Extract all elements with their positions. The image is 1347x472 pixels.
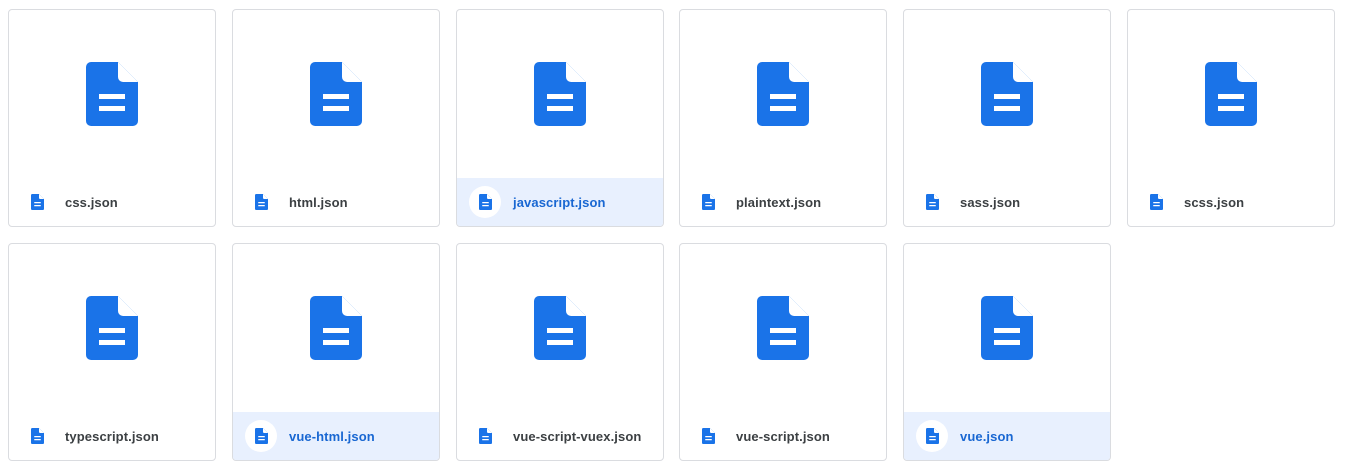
document-icon [692,420,724,452]
document-icon [981,62,1033,126]
file-card-vue[interactable]: vue.json [903,243,1111,461]
file-card-footer: vue.json [904,412,1110,460]
document-icon [1140,186,1172,218]
file-preview [904,244,1110,413]
document-icon [981,296,1033,360]
file-name: typescript.json [65,428,159,444]
file-name: scss.json [1184,194,1245,210]
file-preview [233,244,439,413]
file-name: html.json [289,194,348,210]
file-card-footer: vue-html.json [233,412,439,460]
document-icon [86,296,138,360]
file-name: javascript.json [513,194,606,210]
document-icon [1205,62,1257,126]
file-preview [680,10,886,179]
file-name: vue-script.json [736,428,830,444]
file-card-footer: javascript.json [457,178,663,226]
file-card-footer: css.json [9,178,215,226]
document-icon [21,420,53,452]
file-name: plaintext.json [736,194,822,210]
file-name: vue-script-vuex.json [513,428,642,444]
document-icon [757,296,809,360]
document-icon [310,296,362,360]
file-preview [9,244,215,413]
file-name: css.json [65,194,118,210]
document-icon [86,62,138,126]
file-preview [680,244,886,413]
file-card-vue-html[interactable]: vue-html.json [232,243,440,461]
file-preview [233,10,439,179]
document-icon [21,186,53,218]
file-name: sass.json [960,194,1021,210]
file-grid: css.json html.json javascript.json plain… [0,0,1347,472]
document-icon [757,62,809,126]
document-icon [692,186,724,218]
file-card-sass[interactable]: sass.json [903,9,1111,227]
file-card-vue-script-vuex[interactable]: vue-script-vuex.json [456,243,664,461]
file-card-footer: typescript.json [9,412,215,460]
file-name: vue.json [960,428,1014,444]
document-icon [469,420,501,452]
file-preview [904,10,1110,179]
file-preview [457,10,663,179]
file-card-html[interactable]: html.json [232,9,440,227]
document-icon [245,186,277,218]
file-card-scss[interactable]: scss.json [1127,9,1335,227]
file-card-footer: vue-script-vuex.json [457,412,663,460]
document-icon [916,186,948,218]
document-icon [916,420,948,452]
file-card-footer: plaintext.json [680,178,886,226]
file-preview [457,244,663,413]
file-card-footer: html.json [233,178,439,226]
file-card-footer: scss.json [1128,178,1334,226]
file-card-javascript[interactable]: javascript.json [456,9,664,227]
document-icon [534,296,586,360]
document-icon [245,420,277,452]
file-card-css[interactable]: css.json [8,9,216,227]
document-icon [534,62,586,126]
file-card-typescript[interactable]: typescript.json [8,243,216,461]
file-card-plaintext[interactable]: plaintext.json [679,9,887,227]
document-icon [469,186,501,218]
file-name: vue-html.json [289,428,375,444]
file-card-footer: sass.json [904,178,1110,226]
file-card-footer: vue-script.json [680,412,886,460]
file-card-vue-script[interactable]: vue-script.json [679,243,887,461]
file-preview [9,10,215,179]
document-icon [310,62,362,126]
file-preview [1128,10,1334,179]
